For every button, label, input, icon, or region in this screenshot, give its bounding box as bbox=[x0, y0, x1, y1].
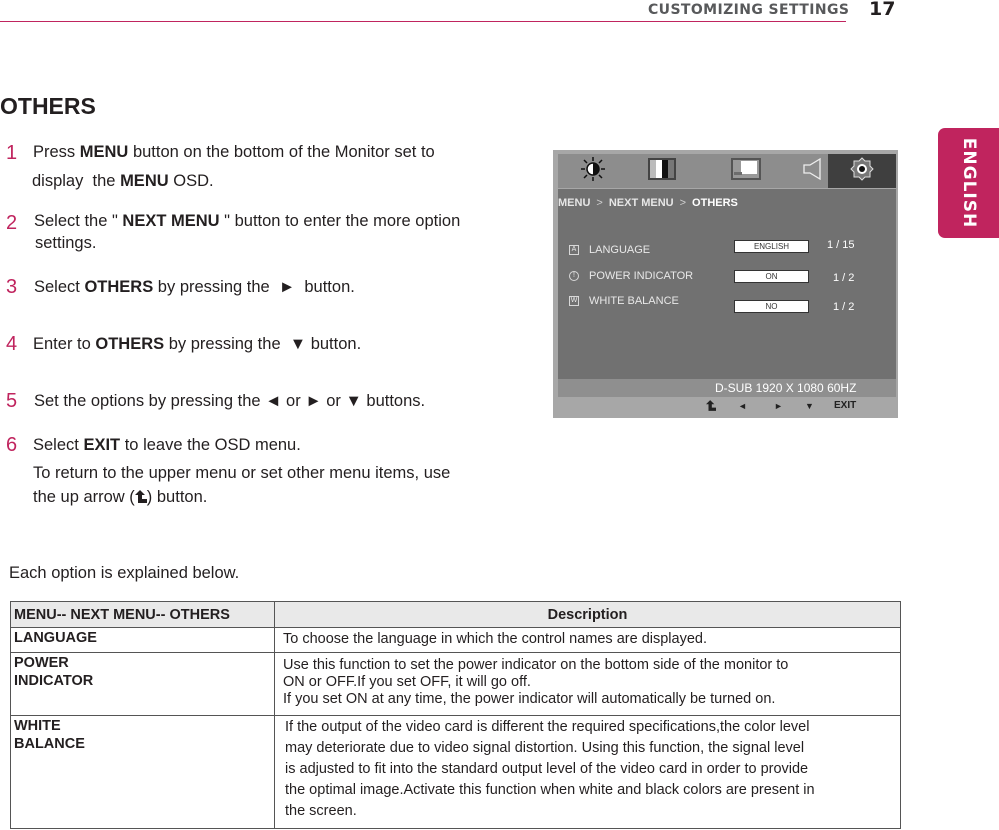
osd-tab-audio[interactable] bbox=[796, 154, 828, 188]
chevron-right-icon: > bbox=[679, 197, 687, 209]
osd-tab-picture[interactable] bbox=[558, 154, 628, 188]
osd-status-bar: D-SUB 1920 X 1080 60HZ bbox=[558, 379, 896, 397]
power-indicator-value[interactable]: ON bbox=[734, 270, 809, 283]
language-icon: A bbox=[569, 245, 579, 255]
right-button[interactable]: ► bbox=[774, 401, 783, 411]
step-3: 3 Select OTHERS by pressing the ► button… bbox=[6, 276, 355, 298]
crumb-current: OTHERS bbox=[692, 197, 738, 209]
row-description: If the output of the video card is diffe… bbox=[274, 715, 901, 829]
step-number: 1 bbox=[6, 142, 18, 164]
signal-status: D-SUB 1920 X 1080 60HZ bbox=[715, 381, 857, 395]
section-title: CUSTOMIZING SETTINGS bbox=[648, 2, 850, 18]
crumb-next-menu[interactable]: NEXT MENU bbox=[609, 197, 674, 209]
step-4: 4 Enter to OTHERS by pressing the ▼ butt… bbox=[6, 333, 362, 355]
step-6: 6 Select EXIT to leave the OSD menu. To … bbox=[6, 434, 451, 506]
options-table: MENU-- NEXT MENU-- OTHERS Description LA… bbox=[10, 601, 901, 829]
osd-menu: MENU > NEXT MENU > OTHERS A LANGUAGE ENGLISH… bbox=[553, 150, 898, 418]
osd-item-label: WHITE BALANCE bbox=[589, 295, 679, 307]
osd-item-power-indicator[interactable]: ! POWER INDICATOR bbox=[569, 270, 693, 282]
osd-tab-color[interactable] bbox=[628, 154, 696, 188]
osd-nav-bar: ◄ ► ▼ EXIT bbox=[558, 397, 896, 417]
row-description: Use this function to set the power indic… bbox=[274, 652, 901, 716]
step-number: 5 bbox=[6, 390, 18, 412]
intro-text: Each option is explained below. bbox=[9, 564, 240, 582]
brightness-icon bbox=[580, 156, 606, 187]
osd-item-language[interactable]: A LANGUAGE bbox=[569, 244, 650, 256]
header-rule bbox=[0, 21, 846, 22]
row-key: WHITE BALANCE bbox=[10, 715, 275, 829]
osd-item-label: POWER INDICATOR bbox=[589, 270, 694, 282]
table-row: LANGUAGE To choose the language in which… bbox=[10, 627, 901, 653]
speaker-icon bbox=[802, 157, 822, 185]
page-number: 17 bbox=[869, 0, 896, 20]
white-balance-icon: W bbox=[569, 296, 579, 306]
up-arrow-return-icon bbox=[134, 486, 147, 503]
osd-tab-settings[interactable] bbox=[828, 154, 896, 188]
step-number: 4 bbox=[6, 333, 18, 355]
row-key: LANGUAGE bbox=[10, 627, 275, 653]
header-menu-path: MENU-- NEXT MENU-- OTHERS bbox=[10, 601, 275, 628]
language-value[interactable]: ENGLISH bbox=[734, 240, 809, 253]
step-number: 2 bbox=[6, 212, 18, 234]
step-number: 6 bbox=[6, 434, 18, 456]
row-description: To choose the language in which the cont… bbox=[274, 627, 901, 653]
power-indicator-position: 1 / 2 bbox=[833, 272, 855, 284]
osd-item-label: LANGUAGE bbox=[589, 244, 651, 256]
color-bars-icon bbox=[648, 157, 676, 185]
chevron-right-icon: > bbox=[596, 197, 603, 209]
exit-button[interactable]: EXIT bbox=[834, 400, 856, 411]
row-key: POWER INDICATOR bbox=[10, 652, 275, 716]
step-1: 1 Press MENU button on the bottom of the… bbox=[6, 142, 435, 190]
header-description: Description bbox=[274, 601, 901, 628]
table-header: MENU-- NEXT MENU-- OTHERS Description bbox=[10, 601, 901, 628]
step-5: 5 Set the options by pressing the ◄ or ►… bbox=[6, 390, 426, 412]
language-position: 1 / 15 bbox=[827, 239, 855, 251]
gear-icon bbox=[849, 156, 875, 187]
white-balance-value[interactable]: NO bbox=[734, 300, 809, 313]
down-button[interactable]: ▼ bbox=[805, 401, 814, 411]
white-balance-position: 1 / 2 bbox=[833, 301, 855, 313]
table-row: WHITE BALANCE If the output of the video … bbox=[10, 715, 901, 829]
page-title: OTHERS bbox=[0, 93, 96, 119]
step-number: 3 bbox=[6, 276, 18, 298]
side-tab-label: ENGLISH bbox=[958, 137, 979, 229]
step-2: 2 Select the " NEXT MENU " button to ent… bbox=[6, 212, 461, 252]
osd-tab-bar bbox=[558, 154, 896, 188]
crumb-menu[interactable]: MENU bbox=[558, 197, 590, 209]
osd-tab-display[interactable] bbox=[696, 154, 796, 188]
table-row: POWER INDICATOR Use this function to set … bbox=[10, 652, 901, 716]
back-arrow-icon[interactable] bbox=[706, 400, 716, 413]
language-side-tab: ENGLISH bbox=[938, 128, 999, 238]
osd-breadcrumb: MENU > NEXT MENU > OTHERS bbox=[558, 197, 738, 209]
power-indicator-icon: ! bbox=[569, 271, 579, 281]
left-button[interactable]: ◄ bbox=[738, 401, 747, 411]
osd-body bbox=[558, 189, 896, 379]
picture-icon bbox=[731, 157, 761, 185]
osd-item-white-balance[interactable]: W WHITE BALANCE bbox=[569, 295, 679, 307]
